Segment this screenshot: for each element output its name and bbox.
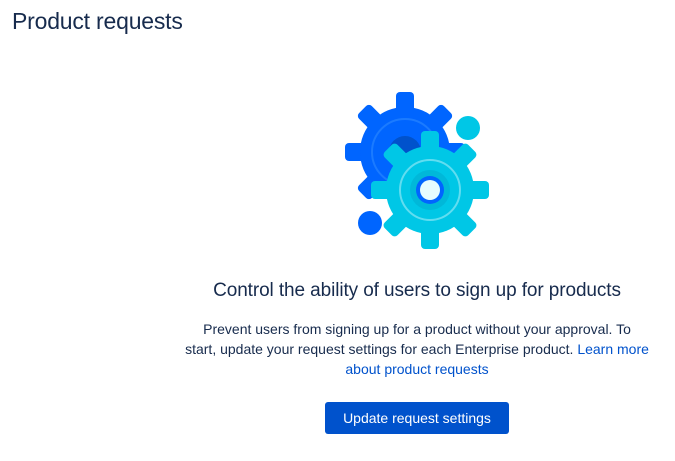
gears-icon <box>345 92 489 249</box>
product-requests-page: Product requests Control the ability of … <box>0 0 675 461</box>
update-request-settings-button[interactable]: Update request settings <box>325 402 509 434</box>
page-title: Product requests <box>12 8 183 34</box>
empty-state-heading: Control the ability of users to sign up … <box>213 280 621 301</box>
description-line-2: start, update your request settings for … <box>185 341 578 357</box>
description-line-1: Prevent users from signing up for a prod… <box>203 321 631 337</box>
empty-state-description: Prevent users from signing up for a prod… <box>180 319 654 379</box>
